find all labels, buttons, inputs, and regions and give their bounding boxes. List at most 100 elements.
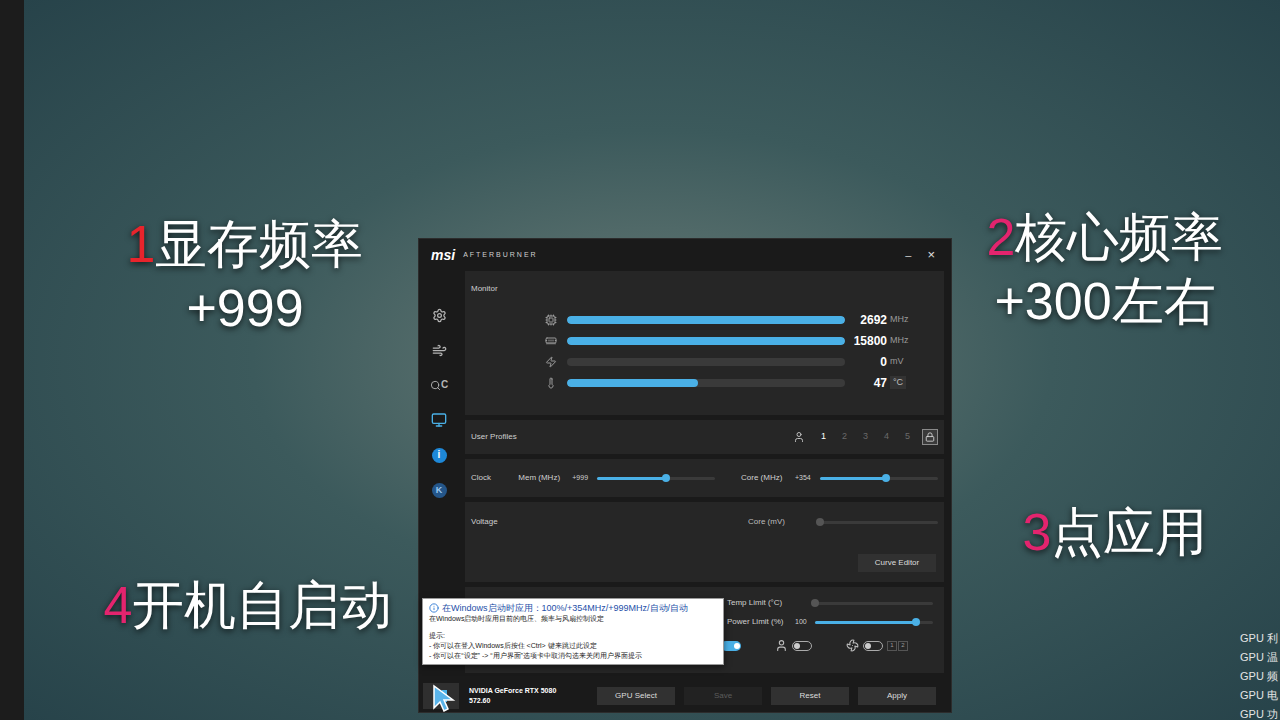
monitor-icon[interactable] [431,412,447,428]
user-icon [775,639,788,652]
close-button[interactable]: × [923,245,939,265]
clock-panel: ClockMem (MHz)+999Core (MHz)+354 [465,459,944,497]
slider-track [820,521,938,524]
caption-title: 3点应用 [1023,500,1208,564]
oc-scanner-icon[interactable]: C [430,380,448,391]
info-icon [429,603,439,613]
control-value: +354 [795,473,820,484]
meter-track [567,358,845,366]
control-value: 100 [795,617,815,628]
sidebar-item[interactable] [429,307,449,323]
bolt-icon [545,356,557,368]
caption-sub: +999 [186,276,303,340]
sidebar-item[interactable]: K [429,482,449,498]
profile-slot[interactable]: 4 [876,430,897,444]
caption-sub: +300左右 [994,269,1215,333]
left-strip [0,0,24,720]
readout-label: GPU 利 [1240,629,1278,648]
toggle[interactable] [863,641,883,651]
toggle-knob [865,643,871,649]
meter-value: 47 [845,377,887,389]
panel-title: Clock [471,472,518,484]
panel-title: Voltage [471,516,498,528]
minimize-button[interactable]: – [901,247,915,264]
clock-control: Mem (MHz)+999 [518,472,735,484]
meter-value: 2692 [845,314,887,326]
readout-label: GPU 功 [1240,705,1278,720]
profile-slot[interactable]: 1 [813,430,834,444]
fan-profile-button[interactable]: 2 [898,641,908,651]
sidebar-item[interactable]: C [429,377,449,393]
slider-thumb[interactable] [662,474,670,482]
footer-button[interactable]: Apply [858,687,936,705]
overlay-caption: 3点应用 [1000,500,1230,564]
gpu-info: NVIDIA GeForce RTX 5080572.60 [469,686,587,707]
tooltip-hint: - 你可以在登入Windows后按住 <Ctrl> 键来跳过此设定 [429,641,717,651]
slider[interactable] [815,617,933,627]
slider-thumb[interactable] [912,618,920,626]
toggle[interactable] [721,641,741,651]
profiles-panel: User Profiles12345 [465,420,944,454]
sidebar-item[interactable] [429,412,449,428]
caption-title: 1显存频率 [127,212,364,276]
footer-button[interactable]: Reset [771,687,849,705]
caption-title: 4开机自启动 [104,573,393,637]
footer-button: Save [684,687,762,705]
slider-thumb [811,599,819,607]
profile-slot[interactable]: 5 [897,430,918,444]
slider[interactable] [597,473,715,483]
meter-fill [567,316,845,324]
skin-icon[interactable]: K [432,483,447,498]
control-label: Core (MHz) [741,472,795,484]
curve-editor-button[interactable]: Curve Editor [858,554,936,572]
control-label: Mem (MHz) [518,472,572,484]
clock-control: Core (MHz)+354 [735,472,938,484]
meter-value: 15800 [845,335,887,347]
mouse-cursor-icon [432,684,458,712]
fan-profile-button[interactable]: 1 [887,641,897,651]
control-label: Power Limit (%) [727,616,795,628]
meter-unit: MHz [890,336,909,345]
tooltip-description: 在Windows启动时应用目前的电压、频率与风扇控制设定 [429,614,717,624]
readout-label: GPU 频 [1240,667,1278,686]
gear-icon[interactable] [432,308,447,323]
chip-icon [545,314,557,326]
meter-unit: °C [890,376,906,389]
kboost-icon[interactable] [432,343,447,358]
slider [815,598,933,608]
sidebar-item[interactable] [429,342,449,358]
memory-icon [545,335,557,347]
meter-value: 0 [845,356,887,368]
sidebar-item[interactable]: i [429,447,449,463]
control-value: +999 [572,473,597,484]
window-title: AFTERBURNER [463,250,538,261]
gpu-name: NVIDIA GeForce RTX 5080 [469,686,587,697]
overlay-caption: 2核心频率+300左右 [955,205,1255,333]
monitor-row: 0mV [545,355,938,368]
monitor-row: 47°C [545,376,938,389]
meter-unit: mV [890,357,904,366]
meter-fill [567,337,845,345]
profile-slot[interactable]: 2 [834,430,855,444]
overlay-caption: 1显存频率+999 [95,212,395,340]
lock-icon [925,432,935,442]
tooltip-hint-title: 提示: [429,631,717,641]
title-bar: msiAFTERBURNER–× [419,239,951,271]
footer-button[interactable]: GPU Select [597,687,675,705]
slider-thumb[interactable] [882,474,890,482]
caption-title: 2核心频率 [987,205,1224,269]
toggle-knob [794,643,800,649]
toggle[interactable] [792,641,812,651]
info-icon[interactable]: i [432,448,447,463]
side-readouts: GPU 利GPU 温GPU 频GPU 电GPU 功 [1240,629,1278,720]
profile-slot[interactable]: 3 [855,430,876,444]
lock-button[interactable] [922,429,938,445]
slider-track [815,602,933,605]
screen: 1显存频率+9992核心频率+300左右3点应用4开机自启动GPU 利GPU 温… [0,0,1280,720]
startup-tooltip: 在Windows启动时应用：100%/+354MHz/+999MHz/自动/自动… [422,598,724,665]
meter-track [567,337,845,345]
readout-label: GPU 温 [1240,648,1278,667]
slider[interactable] [820,473,938,483]
meter-track [567,379,845,387]
toggle-knob [734,643,740,649]
